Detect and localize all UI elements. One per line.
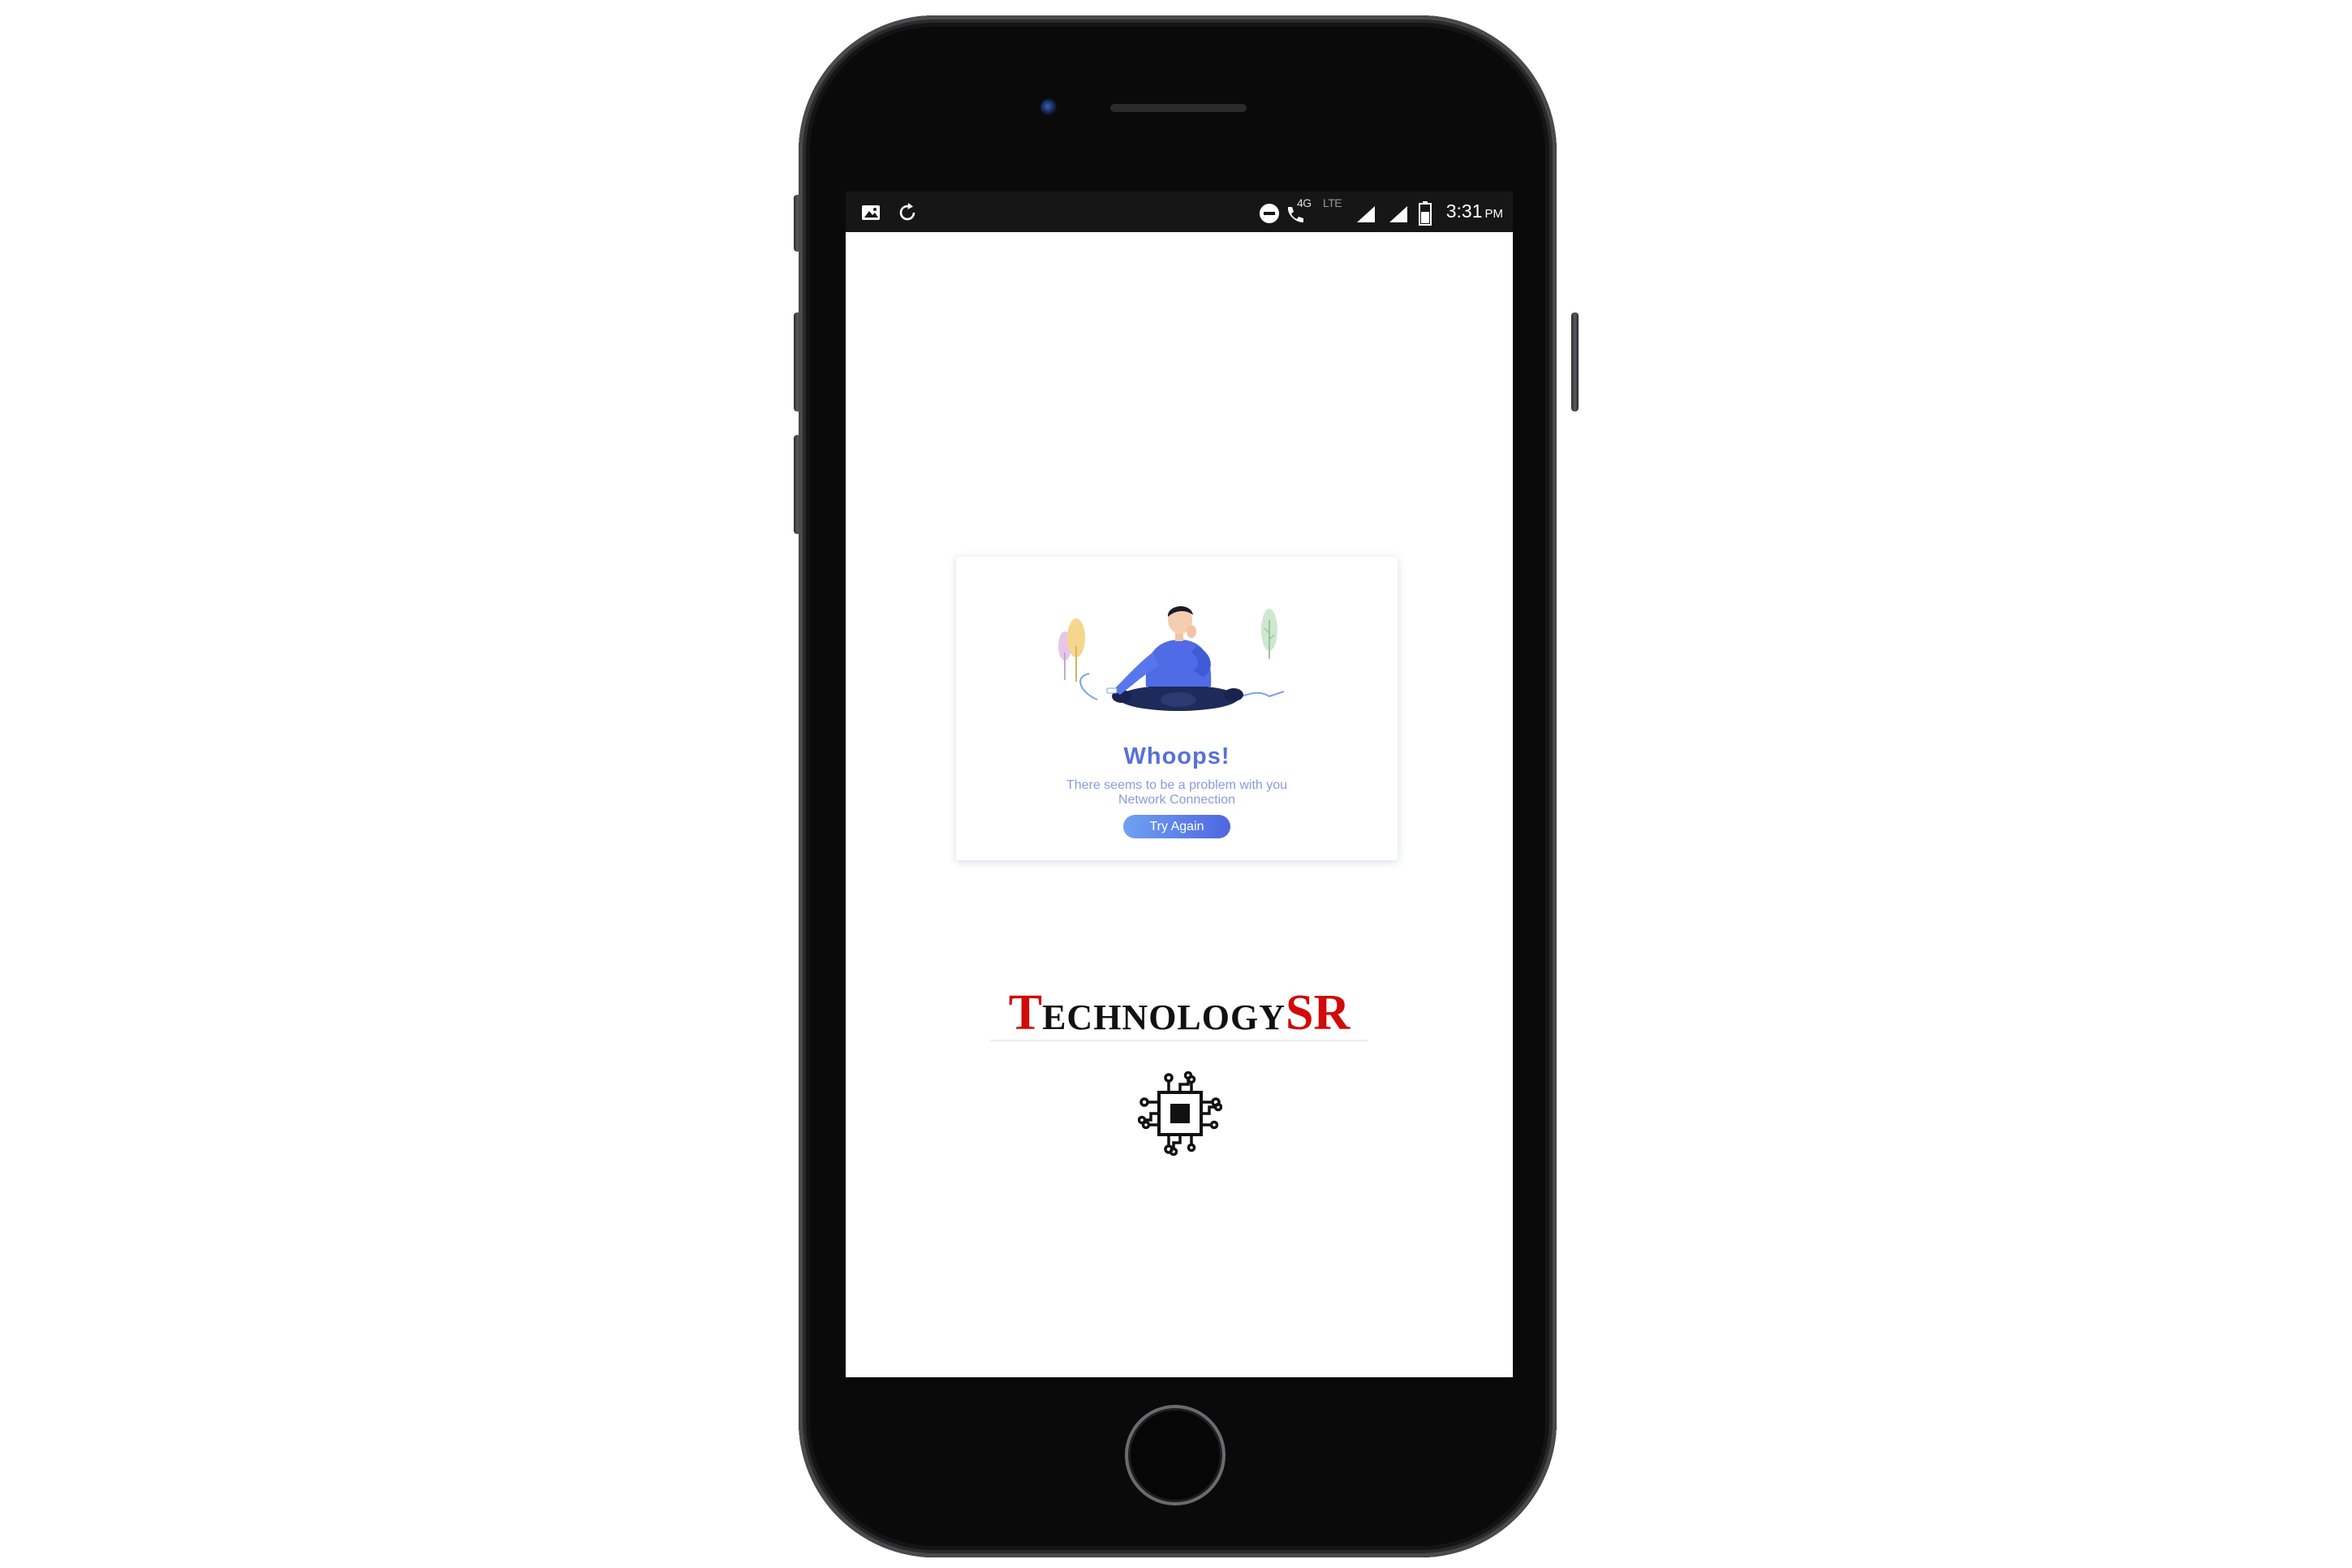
network-lte-label: LTE bbox=[1323, 196, 1342, 209]
error-title: Whoops! bbox=[1123, 743, 1230, 769]
image-icon bbox=[860, 203, 881, 226]
home-button[interactable] bbox=[1125, 1405, 1226, 1506]
circuit-chip-icon bbox=[1137, 1070, 1223, 1157]
power-button[interactable] bbox=[1571, 312, 1579, 411]
stage: 4G LTE 3:31 PM Whoops! There seems to be… bbox=[0, 0, 2352, 1568]
battery-icon bbox=[1419, 201, 1432, 230]
earpiece-speaker bbox=[1110, 104, 1247, 112]
sync-icon bbox=[896, 201, 919, 228]
status-clock: 3:31 PM bbox=[1446, 200, 1503, 222]
svg-text:TECHNOLOGYSR: TECHNOLOGYSR bbox=[1009, 985, 1351, 1040]
do-not-disturb-icon bbox=[1259, 203, 1280, 228]
status-bar: 4G LTE 3:31 PM bbox=[846, 192, 1513, 232]
brand-wordmark: TECHNOLOGYSR bbox=[927, 984, 1432, 1045]
clock-ampm: PM bbox=[1484, 207, 1504, 221]
phone-screen: 4G LTE 3:31 PM Whoops! There seems to be… bbox=[846, 192, 1513, 1377]
error-message: There seems to be a problem with you Net… bbox=[1066, 778, 1288, 807]
front-camera bbox=[1040, 99, 1057, 115]
signal-icon bbox=[1355, 205, 1376, 228]
signal-icon bbox=[1388, 205, 1409, 228]
network-error-card: Whoops! There seems to be a problem with… bbox=[956, 557, 1398, 860]
network-4g-label: 4G bbox=[1297, 196, 1312, 209]
sad-person-illustration bbox=[1057, 596, 1300, 726]
try-again-button[interactable]: Try Again bbox=[1123, 815, 1230, 838]
clock-time: 3:31 bbox=[1445, 200, 1483, 222]
